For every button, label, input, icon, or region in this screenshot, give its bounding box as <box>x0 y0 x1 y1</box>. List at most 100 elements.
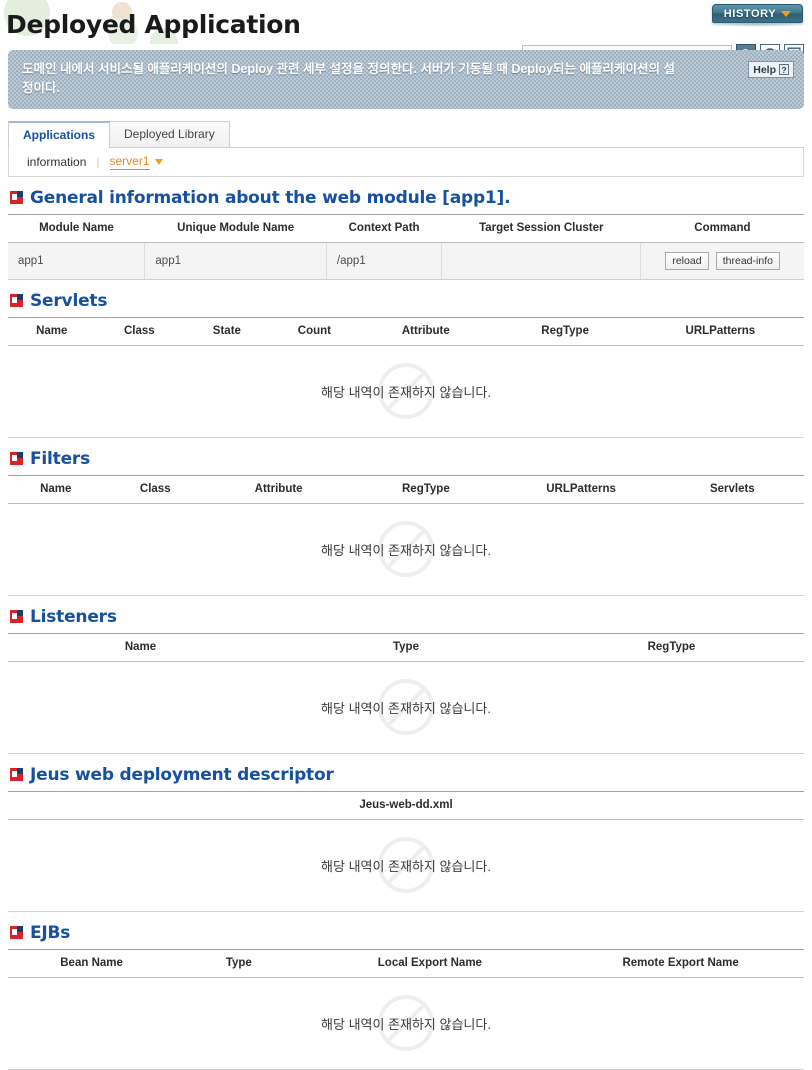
section-title-listeners: Listeners <box>30 606 117 627</box>
column-name: Name <box>8 316 96 346</box>
table-general-information: Module Name Unique Module Name Context P… <box>8 213 804 280</box>
column-regtype: RegType <box>493 316 637 346</box>
section-header-listeners: Listeners <box>8 596 804 633</box>
column-urlpatterns: URLPatterns <box>501 474 661 504</box>
empty-state-servlets: 해당 내역이 존재하지 않습니다. <box>8 346 804 438</box>
column-class: Class <box>95 316 184 346</box>
column-name: Name <box>8 632 274 662</box>
section-header-filters: Filters <box>8 438 804 475</box>
column-local-export-name: Local Export Name <box>302 948 558 978</box>
section-jeus-web-dd: Jeus web deployment descriptor Jeus-web-… <box>8 754 804 912</box>
empty-state-listeners: 해당 내역이 존재하지 않습니다. <box>8 662 804 754</box>
page-header: Deployed Application HISTORY <box>0 0 812 44</box>
section-header-servlets: Servlets <box>8 280 804 317</box>
column-urlpatterns: URLPatterns <box>636 316 804 346</box>
column-count: Count <box>270 316 359 346</box>
breadcrumb-separator: | <box>96 154 100 169</box>
section-header-ejbs: EJBs <box>8 912 804 949</box>
history-button-label: HISTORY <box>723 7 777 20</box>
column-servlets: Servlets <box>660 474 804 504</box>
column-target-session-cluster: Target Session Cluster <box>441 213 641 243</box>
tabs-region: Applications Deployed Library informatio… <box>8 120 804 177</box>
section-title-filters: Filters <box>30 448 91 469</box>
cell-context-path: /app1 <box>326 241 443 280</box>
section-marker-icon <box>10 294 23 308</box>
tab-deployed-library[interactable]: Deployed Library <box>109 120 230 147</box>
reload-button[interactable]: reload <box>665 251 709 270</box>
table-filters: Name Class Attribute RegType URLPatterns… <box>8 474 804 504</box>
section-marker-icon <box>10 191 23 205</box>
table-ejbs: Bean Name Type Local Export Name Remote … <box>8 948 804 978</box>
section-header-jeus-web-dd: Jeus web deployment descriptor <box>8 754 804 791</box>
tab-applications[interactable]: Applications <box>8 120 111 148</box>
section-listeners: Listeners Name Type RegType 해당 내역이 존재하지 … <box>8 596 804 754</box>
section-marker-icon <box>10 610 23 624</box>
section-marker-icon <box>10 926 23 940</box>
table-header-row: Name Type RegType <box>8 632 804 662</box>
table-header-row: Module Name Unique Module Name Context P… <box>8 213 804 243</box>
tab-applications-label: Applications <box>23 128 96 143</box>
empty-state-message: 해당 내역이 존재하지 않습니다. <box>321 858 491 874</box>
table-header-row: Name Class Attribute RegType URLPatterns… <box>8 474 804 504</box>
column-type: Type <box>175 948 303 978</box>
table-jeus-web-dd: Jeus-web-dd.xml <box>8 790 804 820</box>
column-attribute: Attribute <box>358 316 494 346</box>
column-regtype: RegType <box>538 632 804 662</box>
empty-state-ejbs: 해당 내역이 존재하지 않습니다. <box>8 978 804 1070</box>
column-class: Class <box>103 474 207 504</box>
table-header-row: Bean Name Type Local Export Name Remote … <box>8 948 804 978</box>
help-button-label: Help <box>753 63 776 76</box>
section-title-general: General information about the web module… <box>30 187 511 208</box>
column-module-name: Module Name <box>8 213 145 243</box>
table-header-row: Jeus-web-dd.xml <box>8 790 804 820</box>
empty-state-jeus-web-dd: 해당 내역이 존재하지 않습니다. <box>8 820 804 912</box>
empty-state-filters: 해당 내역이 존재하지 않습니다. <box>8 504 804 596</box>
section-general-information: General information about the web module… <box>8 177 804 280</box>
empty-state-message: 해당 내역이 존재하지 않습니다. <box>321 384 491 400</box>
empty-state-message: 해당 내역이 존재하지 않습니다. <box>321 1016 491 1032</box>
chevron-down-icon-server[interactable] <box>154 158 163 165</box>
cell-command: reload thread-info <box>640 241 804 280</box>
table-listeners: Name Type RegType <box>8 632 804 662</box>
column-remote-export-name: Remote Export Name <box>557 948 804 978</box>
column-attribute: Attribute <box>206 474 351 504</box>
cell-target-session-cluster <box>441 241 642 280</box>
empty-state-message: 해당 내역이 존재하지 않습니다. <box>321 700 491 716</box>
help-button[interactable]: Help ? <box>748 61 794 78</box>
column-context-path: Context Path <box>326 213 442 243</box>
table-row: app1 app1 /app1 reload thread-info <box>8 241 804 280</box>
section-marker-icon <box>10 452 23 466</box>
column-command: Command <box>640 213 804 243</box>
column-name: Name <box>8 474 104 504</box>
table-header-row: Name Class State Count Attribute RegType… <box>8 316 804 346</box>
cell-module-name: app1 <box>8 241 146 280</box>
section-title-servlets: Servlets <box>30 290 108 311</box>
section-filters: Filters Name Class Attribute RegType URL… <box>8 438 804 596</box>
column-type: Type <box>273 632 539 662</box>
breadcrumb-server-link[interactable]: server1 <box>109 154 150 170</box>
column-unique-module-name: Unique Module Name <box>144 213 327 243</box>
section-ejbs: EJBs Bean Name Type Local Export Name Re… <box>8 912 804 1070</box>
tab-deployed-library-label: Deployed Library <box>124 127 215 142</box>
column-jeus-web-dd-xml: Jeus-web-dd.xml <box>8 790 804 820</box>
column-state: State <box>183 316 271 346</box>
breadcrumb: information | server1 <box>8 147 804 177</box>
column-bean-name: Bean Name <box>8 948 176 978</box>
description-text: 도메인 내에서 서비스될 애플리케이션의 Deploy 관련 세부 설정을 정의… <box>22 62 675 96</box>
section-title-ejbs: EJBs <box>30 922 71 943</box>
page-title: Deployed Application <box>6 10 301 39</box>
table-servlets: Name Class State Count Attribute RegType… <box>8 316 804 346</box>
description-banner-wrapper: 도메인 내에서 서비스될 애플리케이션의 Deploy 관련 세부 설정을 정의… <box>0 50 812 109</box>
chevron-down-icon <box>781 10 792 17</box>
tab-bar: Applications Deployed Library <box>8 120 804 148</box>
description-banner: 도메인 내에서 서비스될 애플리케이션의 Deploy 관련 세부 설정을 정의… <box>8 50 804 109</box>
section-servlets: Servlets Name Class State Count Attribut… <box>8 280 804 438</box>
empty-state-message: 해당 내역이 존재하지 않습니다. <box>321 542 491 558</box>
column-regtype: RegType <box>350 474 502 504</box>
section-title-jeus-web-dd: Jeus web deployment descriptor <box>30 764 334 785</box>
cell-unique-module-name: app1 <box>144 241 327 280</box>
history-button[interactable]: HISTORY <box>712 4 803 23</box>
section-header-general: General information about the web module… <box>8 177 804 214</box>
thread-info-button[interactable]: thread-info <box>715 251 780 270</box>
question-mark-icon: ? <box>779 64 789 75</box>
